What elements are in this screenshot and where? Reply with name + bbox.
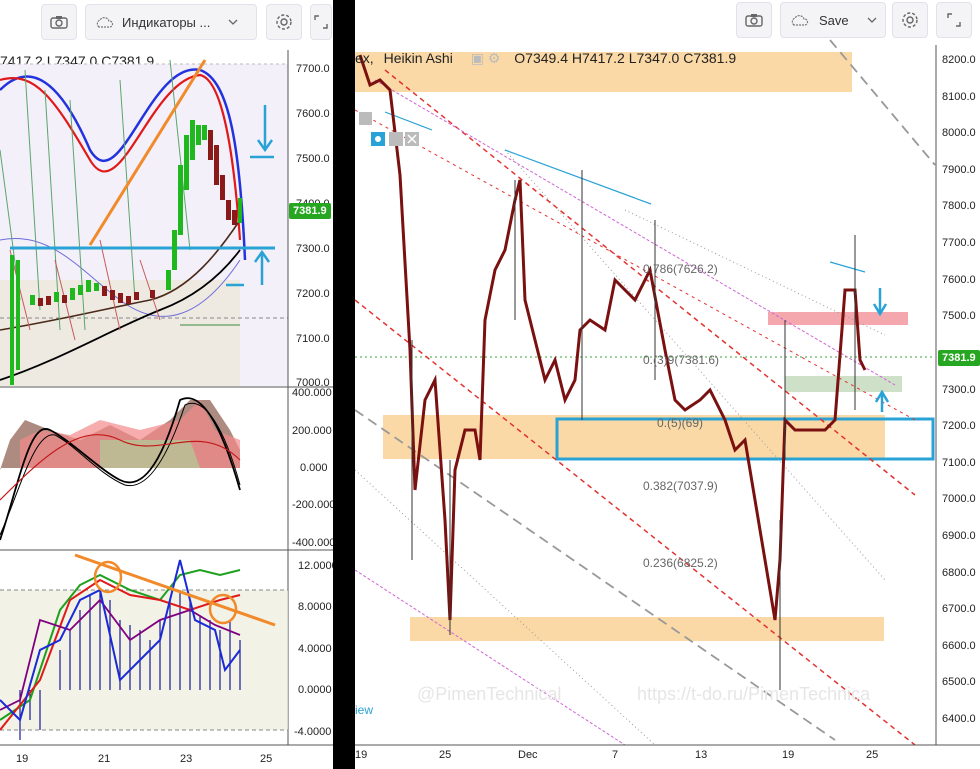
svg-text:6700.0: 6700.0 <box>942 603 976 615</box>
left-last-price-tag: 7381.9 <box>289 203 331 219</box>
svg-text:-400.000: -400.000 <box>292 537 333 549</box>
settings-small-icon <box>389 132 403 146</box>
svg-text:7000.0: 7000.0 <box>942 493 976 505</box>
svg-text:6600.0: 6600.0 <box>942 640 976 652</box>
panel-divider <box>333 0 355 769</box>
oscillator-1-axis: 400.000 200.000 0.000 -200.000 -400.000 <box>292 387 333 549</box>
svg-text:400.000: 400.000 <box>292 387 332 399</box>
svg-text:7200.0: 7200.0 <box>296 288 330 300</box>
support-zone-bottom <box>410 617 884 641</box>
svg-text:0.000: 0.000 <box>300 462 328 474</box>
svg-text:-4.0000: -4.0000 <box>294 726 331 738</box>
red-channel-lower <box>355 299 916 746</box>
magenta-channel-upper <box>374 79 896 386</box>
svg-text:23: 23 <box>180 753 192 765</box>
left-time-axis: 19 21 23 25 <box>16 753 272 765</box>
svg-text:7300.0: 7300.0 <box>942 384 976 396</box>
svg-text:Dec: Dec <box>518 749 538 761</box>
symbol-label: ex, <box>355 50 374 66</box>
svg-text:7700.0: 7700.0 <box>942 237 976 249</box>
svg-text:7100.0: 7100.0 <box>296 333 330 345</box>
drawing-tool-icons[interactable] <box>359 112 419 146</box>
svg-text:8200.0: 8200.0 <box>942 54 976 66</box>
left-chart-svg[interactable]: 7700.0 7600.0 7500.0 7400.0 7300.0 7200.… <box>0 0 333 769</box>
svg-text:6900.0: 6900.0 <box>942 530 976 542</box>
heikin-ashi-price-path <box>358 54 867 621</box>
watermark-url: https://t-do.ru/PimenTechnica <box>637 684 871 704</box>
svg-text:25: 25 <box>260 753 272 765</box>
svg-text:8.0000: 8.0000 <box>298 601 332 613</box>
svg-text:7600.0: 7600.0 <box>296 108 330 120</box>
right-price-axis: 8200.0 8100.0 8000.0 7900.0 7800.0 7700.… <box>942 54 976 725</box>
svg-text:21: 21 <box>98 753 110 765</box>
svg-text:19: 19 <box>355 749 367 761</box>
svg-text:7700.0: 7700.0 <box>296 63 330 75</box>
svg-text:0.(5)(69): 0.(5)(69) <box>657 416 703 430</box>
svg-text:7600.0: 7600.0 <box>942 274 976 286</box>
right-time-axis: 19 25 Dec 7 13 19 25 <box>355 749 878 761</box>
svg-text:12.0000: 12.0000 <box>298 560 333 572</box>
svg-text:25: 25 <box>439 749 451 761</box>
watermark-handle: @PimenTechnical <box>417 684 561 704</box>
right-chart-panel: Save 0.786(7626.2) 0.(3)9(7381.6) 0.(5)(… <box>355 0 980 769</box>
svg-text:0.382(7037.9): 0.382(7037.9) <box>643 479 718 493</box>
svg-text:0.0000: 0.0000 <box>298 684 332 696</box>
svg-text:7100.0: 7100.0 <box>942 457 976 469</box>
lock-icon <box>359 112 372 125</box>
svg-text:7200.0: 7200.0 <box>942 420 976 432</box>
svg-text:13: 13 <box>695 749 707 761</box>
svg-text:0.236(6825.2): 0.236(6825.2) <box>643 556 718 570</box>
right-chart-svg[interactable]: 0.786(7626.2) 0.(3)9(7381.6) 0.(5)(69) 0… <box>355 0 980 769</box>
svg-text:0.786(7626.2): 0.786(7626.2) <box>643 262 718 276</box>
right-chart-legend: ex, Heikin Ashi ▣ ⚙ O7349.4 H7417.2 L734… <box>355 50 736 67</box>
svg-text:7500.0: 7500.0 <box>942 310 976 322</box>
svg-text:4.0000: 4.0000 <box>298 643 332 655</box>
svg-text:7800.0: 7800.0 <box>942 200 976 212</box>
svg-text:6800.0: 6800.0 <box>942 567 976 579</box>
svg-text:19: 19 <box>782 749 794 761</box>
svg-text:6400.0: 6400.0 <box>942 713 976 725</box>
ohlc-values: O7349.4 H7417.2 L7347.0 C7381.9 <box>514 50 737 66</box>
svg-text:-200.000: -200.000 <box>292 499 333 511</box>
chart-style-label[interactable]: Heikin Ashi <box>384 50 453 66</box>
svg-text:25: 25 <box>866 749 878 761</box>
svg-text:7: 7 <box>612 749 618 761</box>
down-arrow-annotation <box>872 288 888 317</box>
left-price-axis: 7700.0 7600.0 7500.0 7400.0 7300.0 7200.… <box>296 63 330 389</box>
svg-text:6500.0: 6500.0 <box>942 676 976 688</box>
left-chart-panel: Индикаторы ... 7417.2 L7347.0 C7381.9 77… <box>0 0 333 769</box>
svg-text:8100.0: 8100.0 <box>942 91 976 103</box>
svg-text:7500.0: 7500.0 <box>296 153 330 165</box>
svg-text:19: 19 <box>16 753 28 765</box>
oscillator-1-pane <box>0 397 241 541</box>
oscillator-2-axis: 12.0000 8.0000 4.0000 0.0000 -4.0000 <box>294 560 333 738</box>
svg-text:7300.0: 7300.0 <box>296 243 330 255</box>
svg-text:200.000: 200.000 <box>292 425 332 437</box>
svg-text:0.(3)9(7381.6): 0.(3)9(7381.6) <box>643 353 719 367</box>
svg-text:7900.0: 7900.0 <box>942 164 976 176</box>
view-link[interactable]: iew <box>355 703 373 717</box>
oscillator-2-pane <box>0 553 288 740</box>
right-last-price-tag: 7381.9 <box>938 350 980 366</box>
screenshot-root: Индикаторы ... 7417.2 L7347.0 C7381.9 77… <box>0 0 980 769</box>
up-arrow-annotation <box>874 389 890 412</box>
legend-icons: ▣ ⚙ <box>470 50 501 66</box>
svg-text:8000.0: 8000.0 <box>942 127 976 139</box>
